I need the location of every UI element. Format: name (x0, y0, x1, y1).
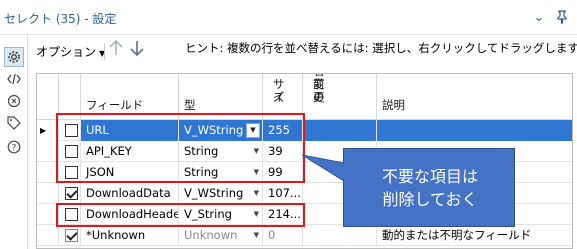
field-column-header[interactable]: フィールド (81, 74, 179, 120)
size-cell[interactable]: 107... (263, 183, 303, 204)
type-select[interactable]: V_WString ▼ (179, 120, 263, 141)
code-icon[interactable] (4, 69, 24, 89)
type-select[interactable]: V_String ▼ (179, 204, 263, 225)
grid-header: フィールド 型 サイズ 名前の変更 説明 (37, 74, 572, 120)
dropdown-arrow-icon[interactable]: ▼ (254, 225, 259, 246)
dropdown-arrow-icon[interactable]: ▼ (246, 123, 260, 138)
chevron-down-icon[interactable]: ⌄ (530, 8, 548, 26)
select-cell (59, 183, 81, 204)
size-cell[interactable]: 0 (263, 225, 303, 246)
type-value: V_WString (184, 123, 244, 137)
select-cell (59, 120, 81, 141)
svg-text:?: ? (12, 144, 17, 154)
callout-line-2: 削除しておく (382, 190, 478, 209)
table-row[interactable]: *Unknown Unknown ▼ 0 動的または不明なフィールド (37, 225, 572, 246)
move-down-icon[interactable] (129, 39, 145, 62)
dropdown-arrow-icon[interactable]: ▼ (254, 183, 259, 204)
table-row[interactable]: ▶ URL V_WString ▼ 255 (37, 120, 572, 141)
field-name-cell[interactable]: URL (81, 120, 179, 141)
description-cell[interactable] (377, 120, 572, 141)
select-cell (59, 141, 81, 162)
select-cell (59, 162, 81, 183)
move-up-icon[interactable] (108, 39, 124, 62)
row-header[interactable] (37, 225, 59, 246)
type-value: String (184, 144, 219, 158)
row-header[interactable] (37, 183, 59, 204)
row-header-column (37, 74, 59, 120)
callout-line-1: 不要な項目は (381, 167, 478, 186)
row-header[interactable]: ▶ (37, 120, 59, 141)
select-cell (59, 204, 81, 225)
field-name-cell[interactable]: *Unknown (81, 225, 179, 246)
options-menu-button[interactable]: オプション ▼ (36, 43, 105, 60)
gear-icon[interactable] (4, 47, 24, 67)
size-cell[interactable]: 39 (263, 141, 303, 162)
help-icon[interactable]: ? (4, 137, 24, 157)
row-header[interactable] (37, 204, 59, 225)
type-select[interactable]: String ▼ (179, 162, 263, 183)
type-value: Unknown (184, 228, 238, 242)
field-name-cell[interactable]: DownloadHeaders (81, 204, 179, 225)
select-column-header[interactable] (59, 74, 81, 120)
size-cell[interactable]: 214... (263, 204, 303, 225)
annotation-callout: 不要な項目は 削除しておく (343, 148, 515, 227)
tag-icon[interactable] (4, 113, 24, 133)
description-column-header[interactable]: 説明 (377, 74, 572, 120)
type-select[interactable]: Unknown ▼ (179, 225, 263, 246)
rename-cell[interactable] (303, 225, 377, 246)
type-select[interactable]: V_WString ▼ (179, 183, 263, 204)
reorder-hint: ヒント: 複数の行を並べ替えるには: 選択し、右クリックしてドラッグします。 (185, 41, 577, 55)
field-checkbox[interactable] (65, 208, 78, 221)
field-name-cell[interactable]: API_KEY (81, 141, 179, 162)
type-value: V_WString (184, 186, 244, 200)
select-cell (59, 225, 81, 246)
toolbar: オプション ▼ ヒント: 複数の行を並べ替えるには: 選択し、右クリックしてドラッ… (28, 35, 577, 65)
size-cell[interactable]: 255 (263, 120, 303, 141)
toolbar-divider (104, 43, 105, 60)
dropdown-arrow-icon[interactable]: ▼ (254, 162, 259, 183)
type-column-header[interactable]: 型 (179, 74, 263, 120)
field-name-cell[interactable]: JSON (81, 162, 179, 183)
field-checkbox[interactable] (65, 166, 78, 179)
current-row-icon: ▶ (40, 126, 47, 135)
size-cell[interactable]: 99 (263, 162, 303, 183)
row-header[interactable] (37, 141, 59, 162)
field-checkbox[interactable] (65, 145, 78, 158)
size-column-header[interactable]: サイズ (263, 74, 303, 120)
rename-cell[interactable] (303, 120, 377, 141)
pin-icon[interactable] (553, 8, 571, 26)
dropdown-arrow-icon[interactable]: ▼ (254, 204, 259, 225)
rename-column-header[interactable]: 名前の変更 (303, 74, 377, 120)
type-value: String (184, 165, 219, 179)
row-header[interactable] (37, 162, 59, 183)
type-select[interactable]: String ▼ (179, 141, 263, 162)
field-checkbox[interactable] (65, 229, 78, 242)
field-checkbox[interactable] (65, 124, 78, 137)
field-checkbox[interactable] (65, 187, 78, 200)
connection-icon[interactable] (4, 91, 24, 111)
title-bar: セレクト (35) - 設定 ⌄ (0, 0, 577, 34)
field-name-cell[interactable]: DownloadData (81, 183, 179, 204)
description-cell[interactable]: 動的または不明なフィールド (377, 225, 572, 246)
window-title: セレクト (35) - 設定 (4, 12, 117, 26)
dropdown-arrow-icon[interactable]: ▼ (254, 141, 259, 162)
settings-sidebar: ? (0, 35, 28, 249)
type-value: V_String (184, 207, 232, 221)
options-label: オプション (36, 45, 97, 59)
